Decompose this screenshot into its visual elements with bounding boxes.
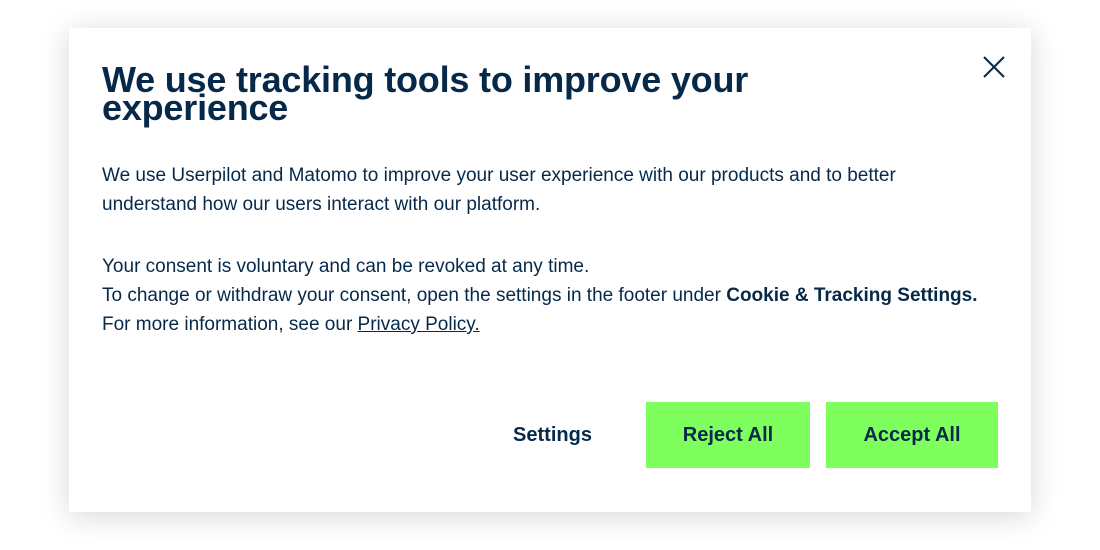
privacy-policy-link[interactable]: Privacy Policy. [358, 314, 480, 335]
accept-all-button[interactable]: Accept All [826, 402, 998, 468]
tracking-consent-dialog: We use tracking tools to improve your ex… [69, 28, 1031, 512]
intro-text: We use Userpilot and Matomo to improve y… [102, 165, 896, 215]
change-consent-text: To change or withdraw your consent, open… [102, 285, 727, 306]
dialog-title: We use tracking tools to improve your ex… [102, 59, 749, 128]
more-info-text: For more information, see our [102, 314, 358, 335]
consent-info: Your consent is voluntary and can be rev… [102, 252, 982, 339]
consent-line: Your consent is voluntary and can be rev… [102, 256, 590, 277]
cookie-tracking-settings-label: Cookie & Tracking Settings. [726, 285, 978, 306]
reject-all-button[interactable]: Reject All [646, 402, 810, 468]
close-icon[interactable] [981, 54, 1007, 80]
settings-button[interactable]: Settings [489, 402, 616, 468]
